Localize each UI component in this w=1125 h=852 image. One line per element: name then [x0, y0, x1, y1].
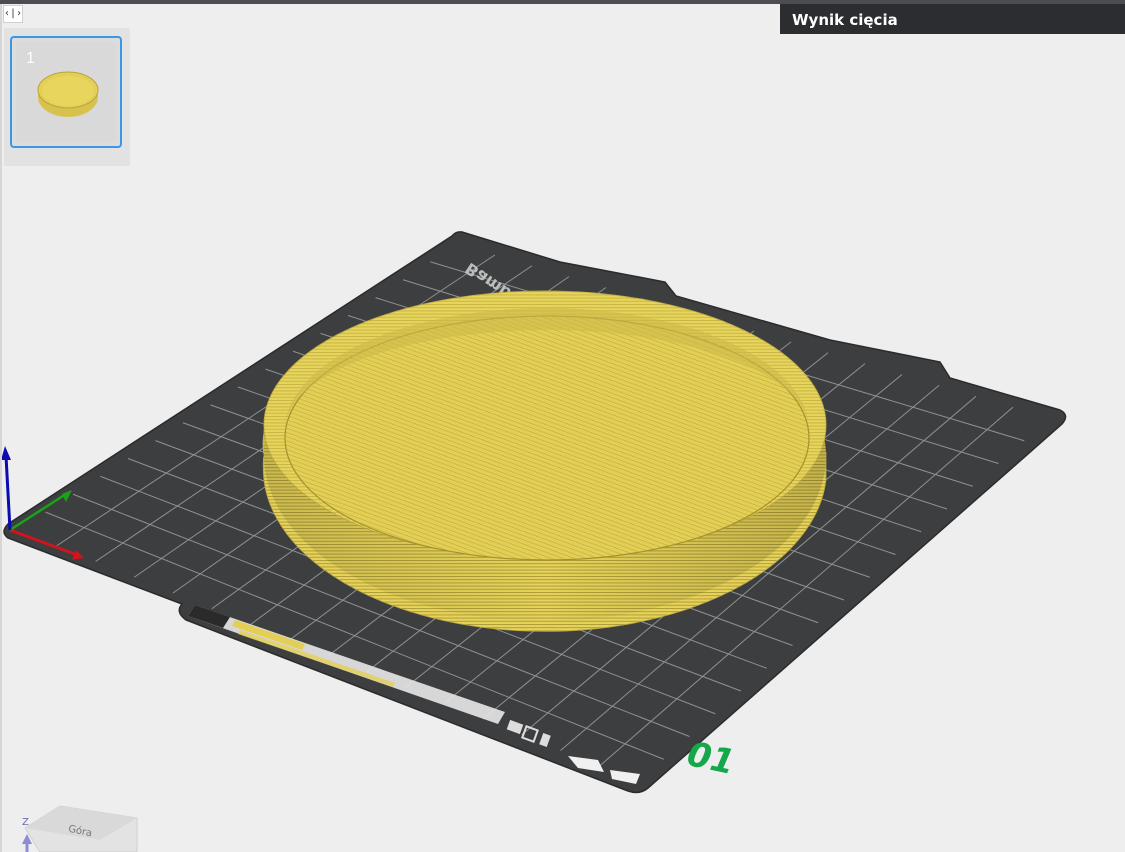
plate-thumbnail[interactable]: 1	[10, 36, 122, 148]
panel-edge	[0, 4, 2, 852]
sliced-model[interactable]	[262, 290, 827, 632]
plate-number: 1	[26, 50, 35, 67]
build-scene[interactable]: Bambu Textured PEI 01	[0, 0, 1125, 852]
plate-list-panel: 1	[4, 28, 130, 166]
tab-slice-result[interactable]: Wynik cięcia	[780, 4, 1125, 34]
collapse-panel-button[interactable]: ‹|›	[3, 5, 23, 23]
3d-viewport[interactable]: Bambu Textured PEI 01	[0, 0, 1125, 852]
view-cube[interactable]: Góra Z	[0, 790, 150, 852]
view-cube-axis-label: Z	[22, 817, 29, 828]
plate-badge: 01	[684, 734, 739, 783]
